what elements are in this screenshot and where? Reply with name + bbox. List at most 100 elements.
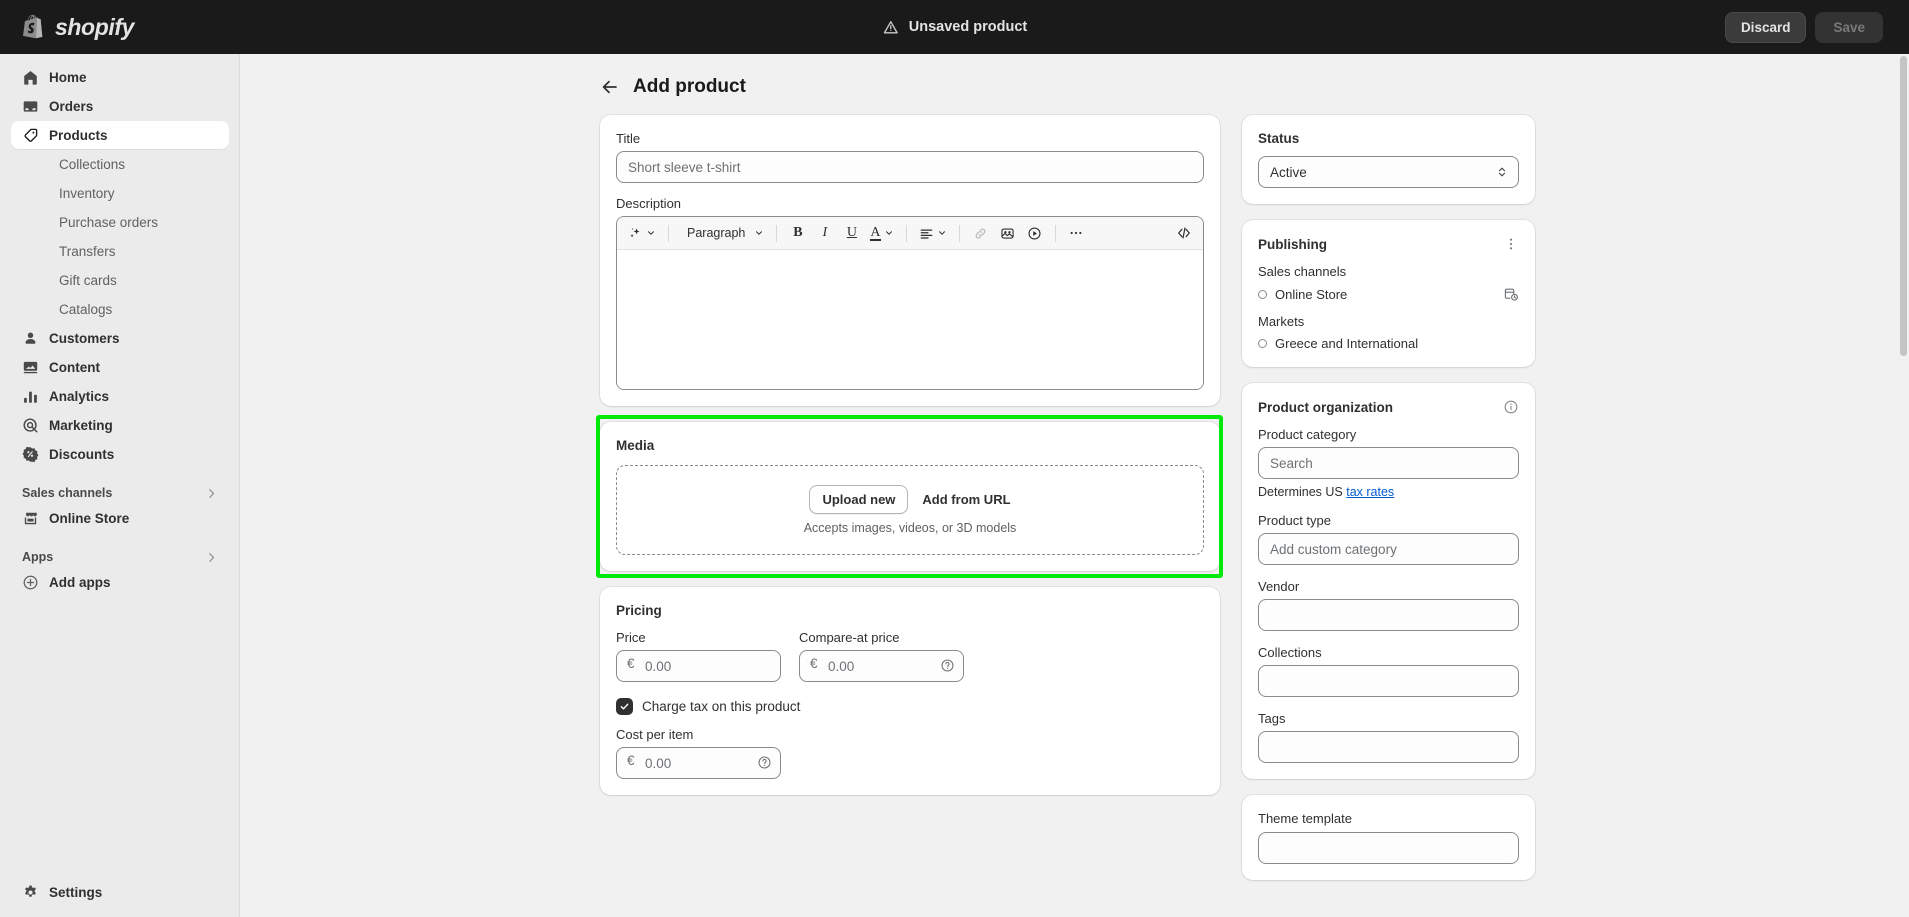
market-row: Greece and International (1258, 336, 1519, 351)
checkmark-icon (620, 703, 629, 710)
more-vertical-icon[interactable] (1503, 236, 1519, 252)
question-circle-icon[interactable] (940, 658, 955, 673)
editor-toolbar: Paragraph B I U A (617, 217, 1203, 250)
title-field-label: Title (616, 131, 641, 146)
more-options-button[interactable] (1064, 221, 1089, 246)
collections-input[interactable] (1258, 665, 1519, 697)
determines-tax-note: Determines US tax rates (1258, 485, 1519, 499)
sidebar-item-label: Products (49, 127, 108, 143)
product-type-label: Product type (1258, 513, 1331, 528)
description-editor: Paragraph B I U A (616, 216, 1204, 390)
sidebar-subitem-purchase-orders[interactable]: Purchase orders (11, 208, 229, 236)
sidebar-item-add-apps[interactable]: Add apps (11, 568, 229, 596)
sales-channels-label: Sales channels (1258, 264, 1347, 279)
underline-button[interactable]: U (839, 221, 864, 246)
upload-new-button[interactable]: Upload new (809, 485, 909, 514)
discount-badge-icon (21, 445, 39, 463)
shopify-bag-icon (23, 14, 43, 39)
sidebar-item-orders[interactable]: Orders (11, 92, 229, 120)
sidebar-item-online-store[interactable]: Online Store (11, 504, 229, 532)
warning-triangle-icon (883, 20, 898, 33)
tags-input[interactable] (1258, 731, 1519, 763)
sidebar-subitem-label: Purchase orders (59, 214, 159, 230)
publishing-title: Publishing (1258, 236, 1327, 252)
sidebar-item-label: Settings (49, 884, 103, 900)
question-circle-icon[interactable] (757, 755, 772, 770)
sidebar-item-label: Analytics (49, 388, 110, 404)
theme-template-label: Theme template (1258, 811, 1352, 826)
sidebar-item-content[interactable]: Content (11, 353, 229, 381)
toolbar-divider (905, 224, 907, 242)
calendar-clock-icon[interactable] (1503, 286, 1519, 302)
sidebar-item-analytics[interactable]: Analytics (11, 382, 229, 410)
sidebar-subitem-gift-cards[interactable]: Gift cards (11, 266, 229, 294)
back-arrow-icon[interactable] (600, 77, 620, 97)
paragraph-style-dropdown[interactable]: Paragraph (677, 221, 768, 246)
media-card: Media Upload new Add from URL Accepts im… (600, 422, 1220, 571)
sidebar-subitem-transfers[interactable]: Transfers (11, 237, 229, 265)
main-content: Add product Title Description (240, 54, 1909, 917)
sidebar-item-products[interactable]: Products (11, 121, 229, 149)
unsaved-label: Unsaved product (908, 19, 1028, 35)
description-textarea[interactable] (617, 250, 1203, 389)
paragraph-style-label: Paragraph (687, 226, 746, 240)
product-category-input[interactable] (1258, 447, 1519, 479)
align-button[interactable] (915, 221, 951, 246)
sidebar-item-discounts[interactable]: Discounts (11, 440, 229, 468)
theme-template-select[interactable] (1258, 832, 1519, 864)
insert-link-button[interactable] (968, 221, 993, 246)
sidebar-item-home[interactable]: Home (11, 63, 229, 91)
tax-rates-link[interactable]: tax rates (1346, 485, 1394, 499)
price-label: Price (616, 630, 646, 645)
product-type-input[interactable] (1258, 533, 1519, 565)
compare-at-price-label: Compare-at price (799, 630, 900, 645)
charge-tax-checkbox[interactable] (616, 698, 633, 715)
add-from-url-link[interactable]: Add from URL (922, 492, 1010, 507)
page-scrollbar[interactable] (1898, 54, 1909, 917)
insert-video-button[interactable] (1022, 221, 1047, 246)
primary-column: Title Description Paragraph (596, 115, 1223, 896)
sidebar-section-sales-channels[interactable]: Sales channels (22, 486, 218, 500)
chevron-right-icon[interactable] (205, 487, 218, 500)
gear-icon (21, 883, 39, 901)
organization-header: Product organization (1258, 399, 1519, 415)
online-store-icon (21, 509, 39, 527)
italic-button[interactable]: I (812, 221, 837, 246)
sidebar-section-label: Sales channels (22, 486, 113, 500)
chevron-right-icon[interactable] (205, 551, 218, 564)
status-select[interactable] (1258, 156, 1519, 188)
info-circle-icon[interactable] (1503, 399, 1519, 415)
title-input[interactable] (616, 151, 1204, 183)
sidebar-subitem-inventory[interactable]: Inventory (11, 179, 229, 207)
code-view-button[interactable] (1171, 221, 1196, 246)
brand-name: shopify (55, 13, 134, 40)
analytics-bars-icon (21, 387, 39, 405)
save-button[interactable]: Save (1815, 11, 1883, 43)
status-card: Status (1242, 115, 1535, 204)
insert-image-button[interactable] (995, 221, 1020, 246)
bold-button[interactable]: B (785, 221, 810, 246)
price-input[interactable] (616, 650, 781, 682)
scrollbar-thumb[interactable] (1900, 56, 1907, 356)
sidebar-item-customers[interactable]: Customers (11, 324, 229, 352)
secondary-column: Status Publishing Sales channels Online … (1242, 115, 1535, 896)
sparkle-ai-icon (630, 227, 640, 237)
vendor-input[interactable] (1258, 599, 1519, 631)
determines-prefix: Determines US (1258, 485, 1347, 499)
product-category-label: Product category (1258, 427, 1357, 442)
charge-tax-row[interactable]: Charge tax on this product (616, 698, 1204, 715)
sidebar-section-apps[interactable]: Apps (22, 550, 218, 564)
sidebar-item-settings[interactable]: Settings (11, 878, 229, 906)
ai-sparkle-button[interactable] (624, 221, 660, 246)
text-color-button[interactable]: A (866, 221, 897, 246)
discard-button[interactable]: Discard (1724, 11, 1807, 43)
shopify-logo[interactable]: shopify (0, 14, 240, 41)
media-actions: Upload new Add from URL (809, 485, 1011, 514)
sidebar-subitem-catalogs[interactable]: Catalogs (11, 295, 229, 323)
sidebar-item-marketing[interactable]: Marketing (11, 411, 229, 439)
media-dropzone[interactable]: Upload new Add from URL Accepts images, … (616, 465, 1204, 555)
sidebar-subitem-collections[interactable]: Collections (11, 150, 229, 178)
media-card-wrapper: Media Upload new Add from URL Accepts im… (596, 415, 1223, 578)
text-color-label: A (870, 224, 881, 241)
theme-template-card: Theme template (1242, 795, 1535, 880)
